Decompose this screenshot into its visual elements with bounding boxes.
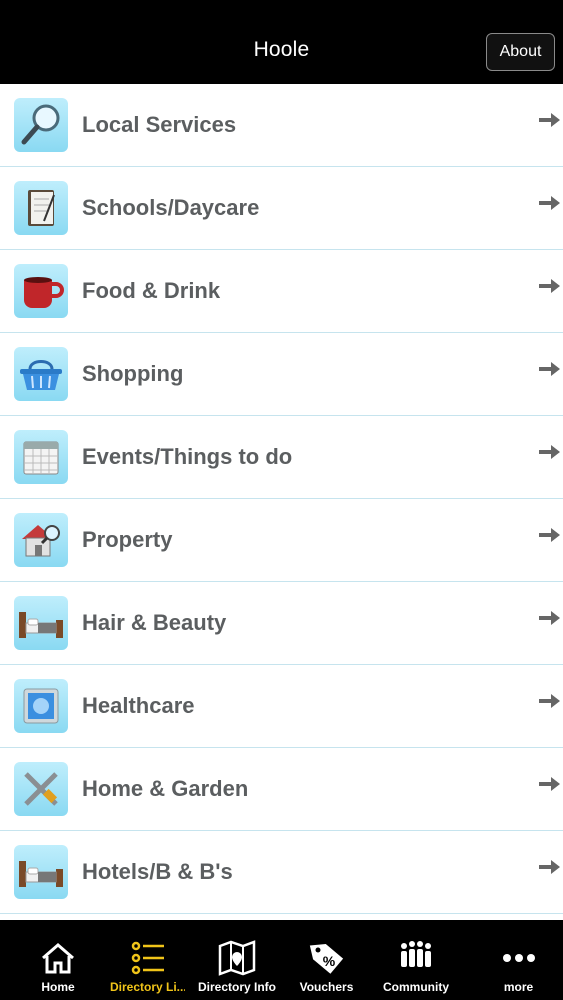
list-item-label: Hotels/B & B's (82, 859, 233, 884)
arrow-right-icon (539, 196, 560, 210)
category-list: Local Services Schools/Daycare Food & Dr… (0, 84, 563, 914)
list-item-schools-daycare[interactable]: Schools/Daycare (0, 167, 563, 250)
basket-icon (14, 347, 68, 401)
tab-directory-list[interactable]: Directory Li... (110, 920, 185, 1000)
tab-label: Community (383, 980, 449, 994)
list-item-label: Local Services (82, 112, 237, 137)
arrow-right-icon (539, 528, 560, 542)
page-title: Hoole (253, 38, 310, 61)
svg-text:%: % (322, 953, 335, 969)
list-item-label: Events/Things to do (82, 444, 293, 469)
list-item-events[interactable]: Events/Things to do (0, 416, 563, 499)
list-item-food-drink[interactable]: Food & Drink (0, 250, 563, 333)
list-item-label: Shopping (82, 361, 184, 386)
top-bar: Hoole About (0, 0, 563, 84)
more-icon (502, 954, 535, 962)
tab-label: Directory Info (197, 980, 276, 994)
tools-icon (14, 762, 68, 816)
bed-icon (14, 845, 68, 899)
notebook-icon (14, 181, 68, 235)
list-item-healthcare[interactable]: Healthcare (0, 665, 563, 748)
tab-bar: Home Directory Li... Directory Info % Vo… (0, 920, 563, 1000)
people-icon (401, 941, 431, 967)
arrow-right-icon (539, 279, 560, 293)
arrow-right-icon (539, 777, 560, 791)
list-item-local-services[interactable]: Local Services (0, 84, 563, 167)
tab-more[interactable]: more (474, 920, 563, 1000)
list-item-label: Schools/Daycare (82, 195, 260, 220)
list-item-label: Home & Garden (82, 776, 249, 801)
mug-icon (14, 264, 68, 318)
list-item-property[interactable]: Property (0, 499, 563, 582)
tab-label: more (503, 980, 534, 994)
list-item-label: Food & Drink (82, 278, 221, 303)
calendar-icon (14, 430, 68, 484)
list-icon (131, 941, 164, 975)
tab-community[interactable]: Community (358, 920, 474, 1000)
arrow-right-icon (539, 362, 560, 376)
bed-icon (14, 596, 68, 650)
tag-icon: % (309, 944, 343, 974)
list-item-shopping[interactable]: Shopping (0, 333, 563, 416)
list-item-label: Property (82, 527, 173, 552)
list-item-hotels[interactable]: Hotels/B & B's (0, 831, 563, 914)
magnifier-icon (14, 98, 68, 152)
arrow-right-icon (539, 694, 560, 708)
arrow-right-icon (539, 113, 560, 127)
arrow-right-icon (539, 860, 560, 874)
home-icon (42, 943, 74, 974)
arrow-right-icon (539, 611, 560, 625)
map-icon (218, 940, 256, 976)
arrow-right-icon (539, 445, 560, 459)
tab-directory-info[interactable]: Directory Info (179, 920, 295, 1000)
tab-label: Home (41, 980, 75, 994)
house-icon (14, 513, 68, 567)
list-item-label: Healthcare (82, 693, 195, 718)
tab-vouchers[interactable]: % Vouchers (295, 920, 358, 1000)
list-item-hair-beauty[interactable]: Hair & Beauty (0, 582, 563, 665)
about-button[interactable]: About (486, 33, 555, 71)
list-item-label: Hair & Beauty (82, 610, 227, 635)
health-icon (14, 679, 68, 733)
tab-home[interactable]: Home (0, 920, 116, 1000)
list-item-home-garden[interactable]: Home & Garden (0, 748, 563, 831)
